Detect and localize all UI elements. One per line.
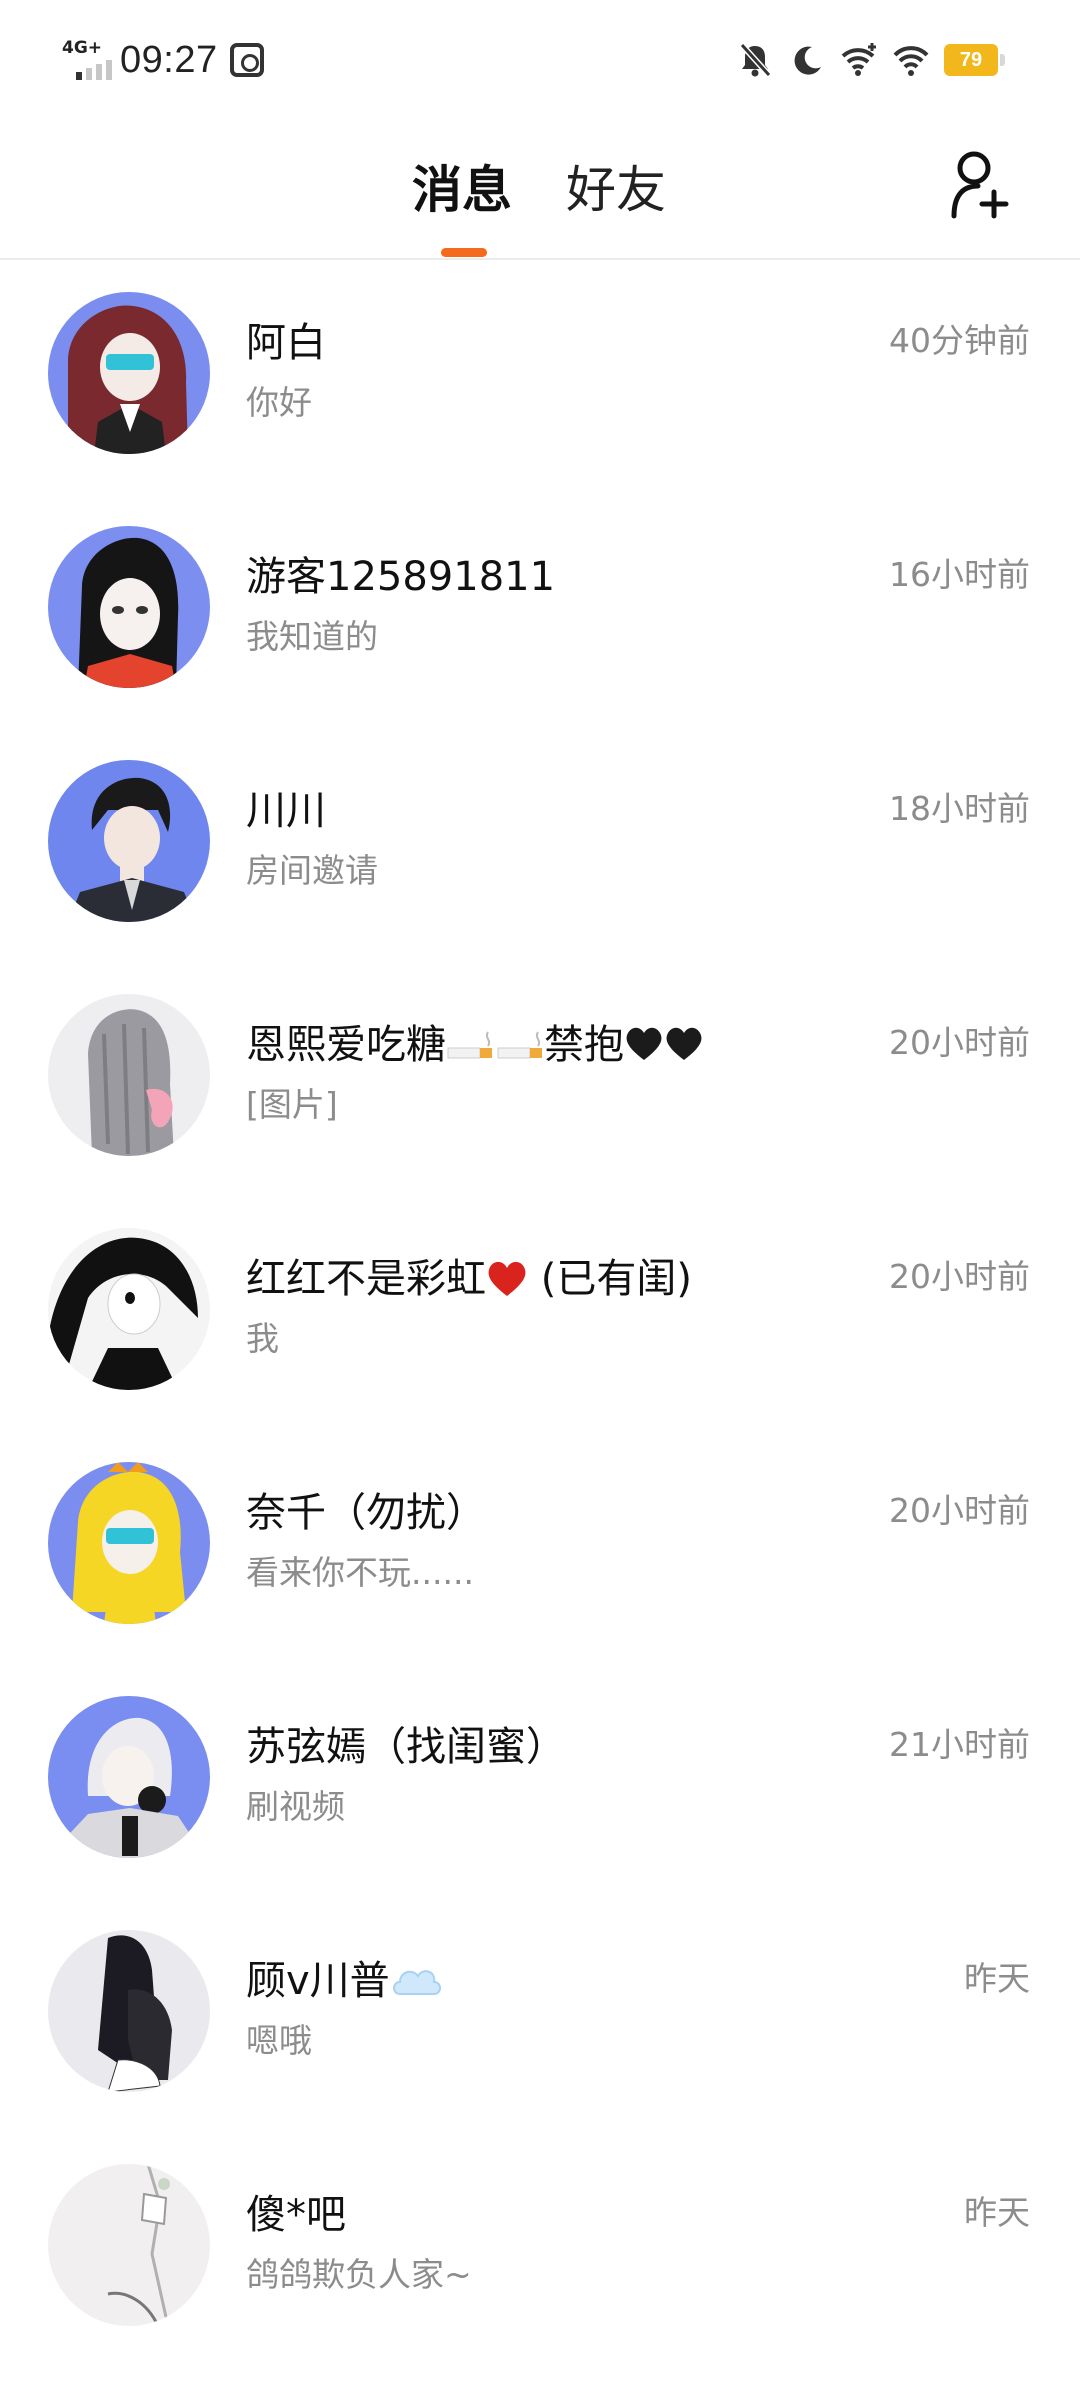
conversation-name: 川川 xyxy=(246,788,326,834)
conversation-name: 顾v川普 xyxy=(246,1948,442,2006)
conversation-name-text: 顾v川普 xyxy=(246,1958,390,2004)
conversation-item[interactable]: 阿白 你好 40分钟前 xyxy=(0,262,1080,496)
conversation-preview: 你好 xyxy=(246,383,312,422)
mute-bell-icon xyxy=(739,42,772,78)
conversation-item[interactable]: 红红不是彩虹 (已有闺) 我 20小时前 xyxy=(0,1198,1080,1432)
avatar-anime-sketch[interactable] xyxy=(48,2164,210,2326)
network-type: 4G+ xyxy=(62,38,103,58)
conversation-time: 20小时前 xyxy=(889,1257,1030,1296)
tab-friends[interactable]: 好友 xyxy=(566,150,666,222)
status-time: 09:27 xyxy=(120,38,218,81)
conversation-preview: 嗯哦 xyxy=(246,2021,312,2060)
conversation-preview: 刷视频 xyxy=(246,1787,345,1826)
conversation-name-text: 红红不是彩虹 xyxy=(246,1256,486,1302)
conversation-name: 苏弦嫣（找闺蜜） xyxy=(246,1724,566,1770)
avatar-anime-black-hair[interactable] xyxy=(48,526,210,688)
conversation-preview: 看来你不玩...... xyxy=(246,1553,474,1592)
conversation-name: 恩熙爱吃糖 禁抱 xyxy=(246,1012,706,1070)
conversation-time: 昨天 xyxy=(964,2193,1030,2232)
conversation-time: 40分钟前 xyxy=(889,321,1030,360)
cloud-emoji-icon xyxy=(392,1970,441,1995)
conversation-name: 傻*吧 xyxy=(246,2192,346,2238)
conversation-preview: 我知道的 xyxy=(246,617,378,656)
conversation-preview: 我 xyxy=(246,1319,279,1358)
cellular-signal-icon: 4G+ xyxy=(62,38,114,82)
moon-icon xyxy=(794,46,821,75)
conversation-time: 20小时前 xyxy=(889,1023,1030,1062)
tab-messages[interactable]: 消息 xyxy=(412,150,512,222)
status-bar: 4G+ 09:27 79 xyxy=(0,0,1080,120)
conversation-preview: [图片] xyxy=(246,1085,338,1124)
add-user-icon[interactable] xyxy=(948,146,1018,226)
avatar-anime-boy[interactable] xyxy=(48,760,210,922)
conversation-time: 昨天 xyxy=(964,1959,1030,1998)
header: 消息 好友 xyxy=(0,120,1080,260)
screen-record-icon xyxy=(229,43,264,77)
avatar-anime-maroon-hair[interactable] xyxy=(48,292,210,454)
red-heart-emoji-icon xyxy=(488,1261,526,1296)
conversation-time: 20小时前 xyxy=(889,1491,1030,1530)
conversation-preview: 房间邀请 xyxy=(246,851,378,890)
avatar-anime-white-hair[interactable] xyxy=(48,1696,210,1858)
conversation-time: 21小时前 xyxy=(889,1725,1030,1764)
conversation-preview: 鸽鸽欺负人家~ xyxy=(246,2255,472,2294)
conversation-name: 奈千（勿扰） xyxy=(246,1490,486,1536)
active-tab-indicator xyxy=(441,248,487,257)
conversation-name: 游客125891811 xyxy=(246,554,556,600)
wifi-plus-icon xyxy=(841,43,876,76)
black-heart-emoji-icon xyxy=(626,1027,702,1060)
avatar-anime-dark-long-hair[interactable] xyxy=(48,1930,210,2092)
conversation-name-suffix: (已有闺) xyxy=(528,1256,692,1302)
conversation-item[interactable]: 川川 房间邀请 18小时前 xyxy=(0,730,1080,964)
avatar-anime-silver-hair[interactable] xyxy=(48,994,210,1156)
conversation-item[interactable]: 奈千（勿扰） 看来你不玩...... 20小时前 xyxy=(0,1432,1080,1666)
conversation-name-text: 恩熙爱吃糖 xyxy=(246,1022,446,1068)
conversation-time: 18小时前 xyxy=(889,789,1030,828)
conversation-name: 红红不是彩虹 (已有闺) xyxy=(246,1246,692,1304)
conversation-name-suffix: 禁抱 xyxy=(544,1022,624,1068)
wifi-icon xyxy=(893,46,929,76)
battery-icon: 79 xyxy=(944,44,1005,76)
conversation-item[interactable]: 游客125891811 我知道的 16小时前 xyxy=(0,496,1080,730)
battery-level: 79 xyxy=(959,48,983,71)
conversation-time: 16小时前 xyxy=(889,555,1030,594)
cigarette-emoji-icon xyxy=(447,1031,542,1059)
conversation-item[interactable]: 恩熙爱吃糖 禁抱 [图片] 20小时前 xyxy=(0,964,1080,1198)
conversation-item[interactable]: 顾v川普 嗯哦 昨天 xyxy=(0,1900,1080,2134)
conversation-item[interactable]: 苏弦嫣（找闺蜜） 刷视频 21小时前 xyxy=(0,1666,1080,1900)
avatar-anime-blonde[interactable] xyxy=(48,1462,210,1624)
conversation-name: 阿白 xyxy=(246,320,326,366)
conversation-item[interactable]: 傻*吧 鸽鸽欺负人家~ 昨天 xyxy=(0,2134,1080,2368)
avatar-anime-monochrome[interactable] xyxy=(48,1228,210,1390)
conversation-list: 阿白 你好 40分钟前 游客125891811 我知道的 16小时前 川川 房间… xyxy=(0,262,1080,2368)
